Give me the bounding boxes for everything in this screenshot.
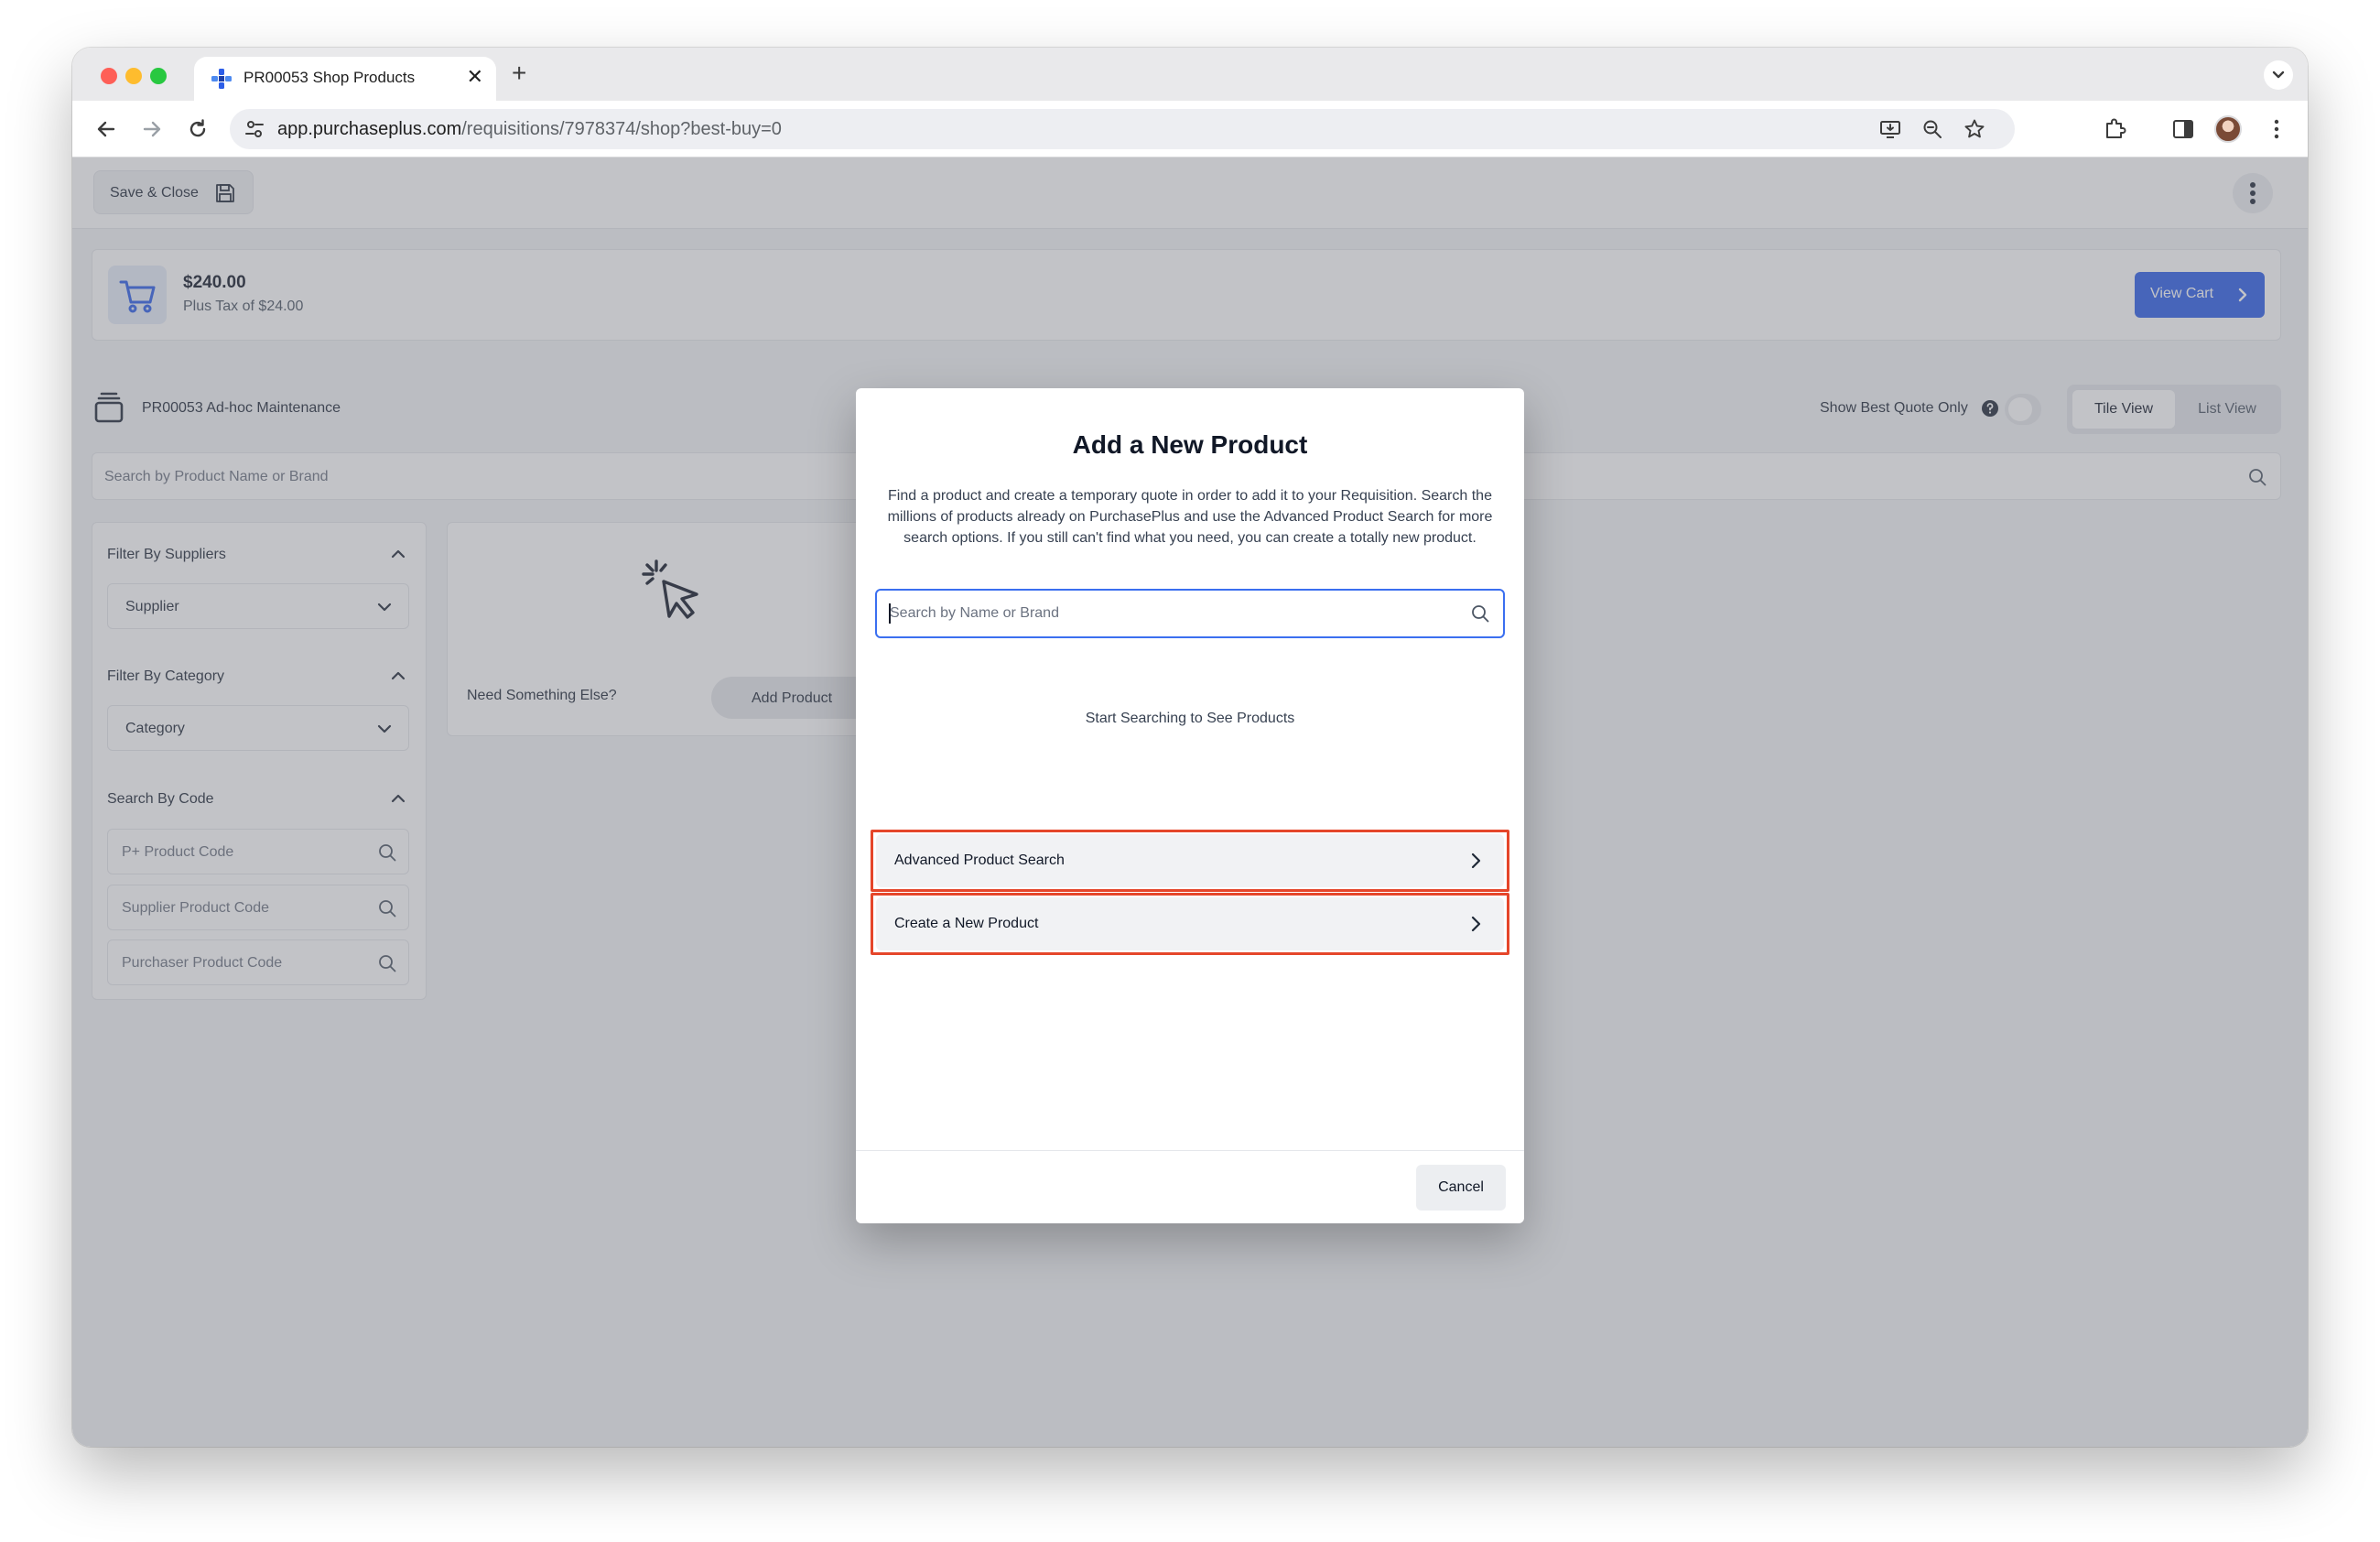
modal-search-placeholder: Search by Name or Brand — [890, 605, 1059, 621]
reload-icon[interactable] — [184, 115, 211, 143]
browser-window: PR00053 Shop Products ✕ + app.purchasepl… — [72, 48, 2308, 1447]
add-product-modal: Add a New Product Find a product and cre… — [856, 388, 1524, 1223]
tab-search-button[interactable] — [2264, 60, 2293, 90]
minimize-window-button[interactable] — [125, 68, 142, 84]
site-settings-icon[interactable] — [244, 119, 265, 139]
url-text: app.purchaseplus.com/requisitions/797837… — [277, 119, 782, 140]
install-app-icon[interactable] — [1879, 118, 1901, 140]
modal-title: Add a New Product — [1072, 430, 1308, 459]
chevron-down-icon — [2272, 71, 2285, 79]
back-arrow-icon[interactable] — [92, 115, 120, 143]
purchaseplus-favicon-icon — [211, 69, 232, 89]
url-path: /requisitions/7978374/shop?best-buy=0 — [461, 119, 782, 139]
cancel-label: Cancel — [1438, 1179, 1484, 1195]
modal-description: Find a product and create a temporary qu… — [887, 488, 1493, 546]
bookmark-star-icon[interactable] — [1964, 118, 1985, 140]
browser-menu-icon[interactable] — [2264, 116, 2289, 142]
close-window-button[interactable] — [101, 68, 117, 84]
profile-avatar[interactable] — [2214, 115, 2242, 143]
tab-title: PR00053 Shop Products — [243, 69, 416, 86]
side-panel-icon[interactable] — [2170, 116, 2196, 142]
chevron-right-icon — [1471, 852, 1481, 869]
tab-bar: PR00053 Shop Products ✕ + — [72, 48, 2308, 101]
create-product-label: Create a New Product — [894, 916, 1039, 931]
empty-state-text: Start Searching to See Products — [1085, 711, 1295, 726]
modal-search-input[interactable]: Search by Name or Brand — [875, 589, 1505, 638]
cancel-button[interactable]: Cancel — [1416, 1165, 1506, 1211]
create-product-button[interactable]: Create a New Product — [876, 897, 1504, 950]
modal-footer-divider — [856, 1150, 1524, 1151]
chevron-right-icon — [1471, 916, 1481, 932]
advanced-search-label: Advanced Product Search — [894, 852, 1065, 868]
forward-arrow-icon[interactable] — [138, 115, 166, 143]
browser-tab[interactable]: PR00053 Shop Products ✕ — [194, 57, 496, 101]
search-icon[interactable] — [1470, 603, 1490, 624]
zoom-window-button[interactable] — [150, 68, 167, 84]
browser-toolbar: app.purchaseplus.com/requisitions/797837… — [72, 101, 2308, 157]
advanced-search-button[interactable]: Advanced Product Search — [876, 834, 1504, 887]
url-host: app.purchaseplus.com — [277, 119, 462, 139]
address-bar[interactable]: app.purchaseplus.com/requisitions/797837… — [230, 109, 2015, 149]
extensions-puzzle-icon[interactable] — [2103, 116, 2128, 142]
zoom-icon[interactable] — [1921, 118, 1943, 140]
new-tab-button[interactable]: + — [512, 60, 526, 86]
tab-close-icon[interactable]: ✕ — [467, 66, 483, 88]
